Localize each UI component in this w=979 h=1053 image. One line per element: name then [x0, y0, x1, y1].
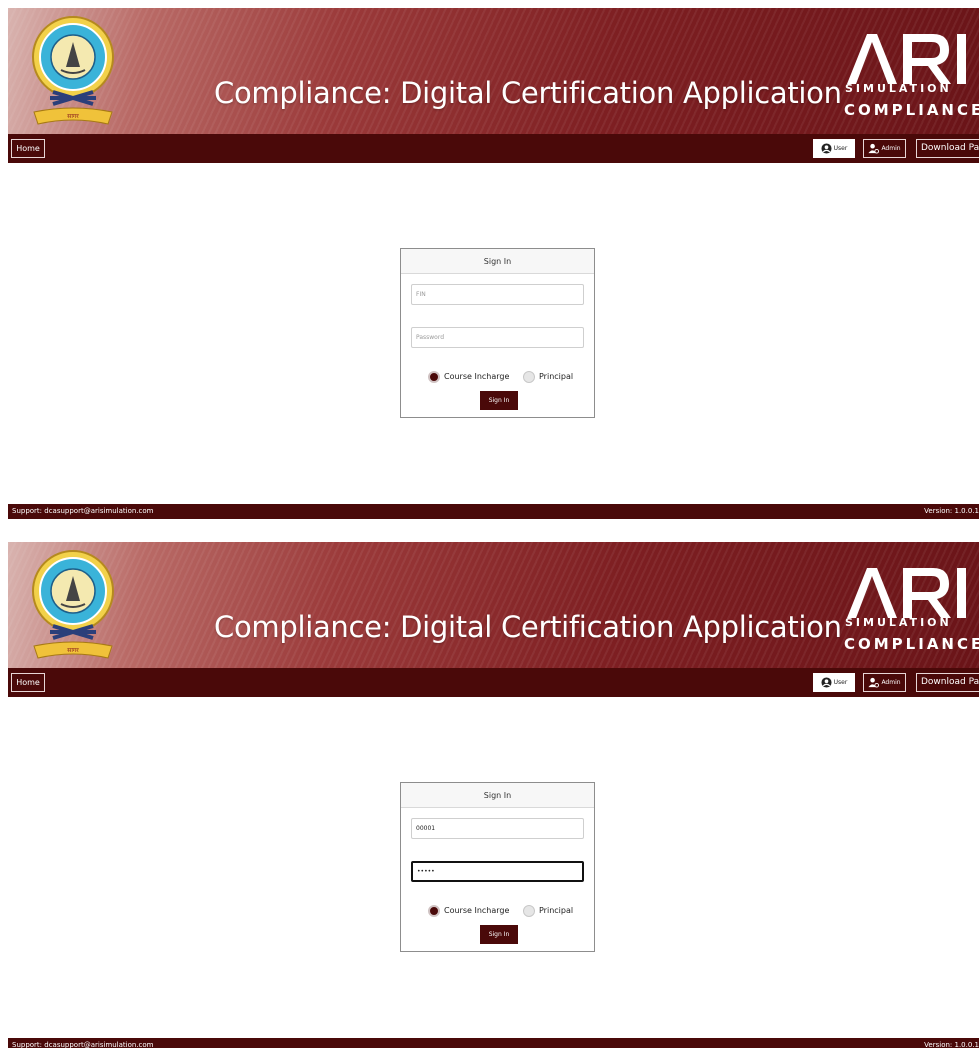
user-button-label: User	[833, 679, 848, 686]
navbar: Home User Admin Download Patch	[8, 134, 979, 163]
signin-button[interactable]: Sign In	[480, 391, 518, 410]
app-title: Compliance: Digital Certification Applic…	[214, 76, 842, 110]
course-incharge-label[interactable]: Course Incharge	[444, 906, 509, 915]
user-button-label: User	[833, 145, 848, 152]
ari-simulation-text: SIMULATION	[845, 82, 952, 95]
password-input[interactable]	[411, 861, 584, 882]
download-patch-button[interactable]: Download Patch	[916, 139, 979, 158]
course-incharge-radio[interactable]	[428, 371, 440, 383]
principal-radio[interactable]	[523, 905, 535, 917]
signin-title: Sign In	[401, 783, 594, 808]
user-icon	[821, 143, 832, 154]
signin-panel: Sign In Course Incharge Principal Sign I…	[400, 782, 595, 952]
app-title: Compliance: Digital Certification Applic…	[214, 610, 842, 644]
user-button[interactable]: User	[813, 673, 855, 692]
admin-icon	[868, 143, 880, 154]
admin-button-label: Admin	[881, 145, 901, 152]
ari-letters-graphic	[847, 34, 966, 84]
password-input[interactable]	[411, 327, 584, 348]
ari-simulation-logo: SIMULATION COMPLIANCE	[841, 28, 979, 124]
ari-letters-graphic	[847, 568, 966, 618]
signin-panel: Sign In Course Incharge Principal Sign I…	[400, 248, 595, 418]
download-patch-button[interactable]: Download Patch	[916, 673, 979, 692]
ari-simulation-logo: SIMULATION COMPLIANCE	[841, 562, 979, 658]
dgs-emblem-logo: सागर	[32, 550, 114, 659]
principal-label[interactable]: Principal	[539, 906, 573, 915]
svg-text:सागर: सागर	[67, 113, 79, 120]
user-button[interactable]: User	[813, 139, 855, 158]
version-text: Version: 1.0.0.1	[924, 507, 979, 515]
admin-button[interactable]: Admin	[863, 139, 906, 158]
principal-label[interactable]: Principal	[539, 372, 573, 381]
role-radio-group: Course Incharge Principal	[401, 905, 596, 919]
signin-title: Sign In	[401, 249, 594, 274]
course-incharge-label[interactable]: Course Incharge	[444, 372, 509, 381]
fin-input[interactable]	[411, 284, 584, 305]
user-icon	[821, 677, 832, 688]
version-text: Version: 1.0.0.1	[924, 1041, 979, 1049]
admin-button[interactable]: Admin	[863, 673, 906, 692]
home-button[interactable]: Home	[11, 139, 45, 158]
admin-icon	[868, 677, 880, 688]
home-button[interactable]: Home	[11, 673, 45, 692]
app-header: सागर Compliance: Digital Certification A…	[8, 8, 979, 134]
ari-simulation-text: SIMULATION	[845, 616, 952, 629]
dgs-emblem-logo: सागर	[32, 16, 114, 125]
role-radio-group: Course Incharge Principal	[401, 371, 596, 385]
ari-compliance-text: COMPLIANCE	[844, 101, 979, 119]
navbar: Home User Admin Download Patch	[8, 668, 979, 697]
admin-button-label: Admin	[881, 679, 901, 686]
footer: Support: dcasupport@arisimulation.com Ve…	[8, 504, 979, 519]
support-email: Support: dcasupport@arisimulation.com	[12, 507, 154, 515]
svg-text:सागर: सागर	[67, 647, 79, 654]
ari-compliance-text: COMPLIANCE	[844, 635, 979, 653]
fin-input[interactable]	[411, 818, 584, 839]
principal-radio[interactable]	[523, 371, 535, 383]
support-email: Support: dcasupport@arisimulation.com	[12, 1041, 154, 1049]
app-header: सागर Compliance: Digital Certification A…	[8, 542, 979, 668]
footer: Support: dcasupport@arisimulation.com Ve…	[8, 1038, 979, 1049]
course-incharge-radio[interactable]	[428, 905, 440, 917]
signin-button[interactable]: Sign In	[480, 925, 518, 944]
